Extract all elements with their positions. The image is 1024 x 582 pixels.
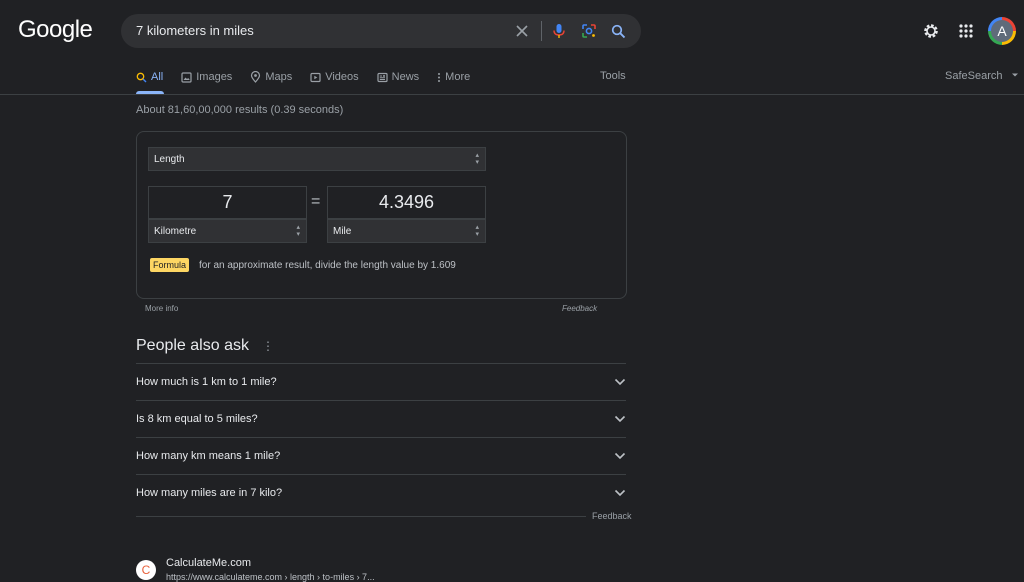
chevron-down-icon <box>614 415 626 423</box>
chevron-down-icon <box>614 452 626 460</box>
caret-down-icon <box>1011 73 1018 77</box>
people-also-ask-list: How much is 1 km to 1 mile? Is 8 km equa… <box>136 363 626 511</box>
avatar-letter: A <box>991 20 1013 42</box>
google-logo[interactable]: Google <box>18 16 93 44</box>
lens-icon[interactable] <box>580 22 598 40</box>
paa-question[interactable]: How much is 1 km to 1 mile? <box>136 363 626 400</box>
from-unit-value: Kilometre <box>154 225 197 237</box>
safesearch-label: SafeSearch <box>945 70 1003 82</box>
apps-grid-icon[interactable] <box>956 21 976 41</box>
select-arrows-icon: ▴ ▾ <box>296 224 300 238</box>
tab-maps[interactable]: Maps <box>250 69 292 85</box>
paa-feedback-link[interactable]: Feedback <box>586 511 632 521</box>
result-url[interactable]: https://www.calculateme.com › length › t… <box>166 572 375 582</box>
search-icon <box>136 72 147 82</box>
header-divider <box>0 94 1024 95</box>
tools-button[interactable]: Tools <box>600 70 626 82</box>
category-select[interactable]: Length ▴ ▾ <box>148 147 486 171</box>
tab-label: Images <box>196 71 233 83</box>
tab-news[interactable]: News <box>377 69 420 85</box>
converter-feedback-link[interactable]: Feedback <box>562 304 597 313</box>
tab-videos[interactable]: Videos <box>310 69 359 85</box>
chevron-down-icon <box>614 489 626 497</box>
chevron-down-icon <box>614 378 626 386</box>
tab-images[interactable]: Images <box>181 69 232 85</box>
paa-question-text: How many miles are in 7 kilo? <box>136 487 283 499</box>
tab-label: More <box>445 71 471 83</box>
from-value-input[interactable]: 7 <box>148 186 307 219</box>
search-tabs: All Images Maps Videos News More <box>136 69 488 85</box>
news-icon <box>377 72 388 82</box>
search-icon[interactable] <box>609 22 627 40</box>
search-input[interactable]: 7 kilometers in miles <box>136 23 254 38</box>
safesearch-button[interactable]: SafeSearch <box>945 70 1019 82</box>
more-vert-icon <box>438 72 441 82</box>
more-info-link[interactable]: More info <box>145 304 178 313</box>
paa-question[interactable]: How many miles are in 7 kilo? <box>136 474 626 511</box>
select-arrows-icon: ▴ ▾ <box>475 152 479 166</box>
site-favicon: C <box>136 560 156 580</box>
equals-sign: = <box>311 193 321 210</box>
to-value-input[interactable]: 4.3496 <box>327 186 486 219</box>
formula-text: for an approximate result, divide the le… <box>199 260 456 271</box>
tab-more[interactable]: More <box>437 69 470 85</box>
to-unit-select[interactable]: Mile ▴ ▾ <box>327 219 486 243</box>
paa-question-text: Is 8 km equal to 5 miles? <box>136 413 258 425</box>
tab-label: News <box>391 71 420 83</box>
results-count: About 81,60,00,000 results (0.39 seconds… <box>136 104 344 116</box>
search-bar[interactable]: 7 kilometers in miles <box>121 14 641 48</box>
select-arrows-icon: ▴ ▾ <box>475 224 479 238</box>
tab-all[interactable]: All <box>136 69 163 85</box>
paa-question[interactable]: How many km means 1 mile? <box>136 437 626 474</box>
clear-icon[interactable] <box>513 22 531 40</box>
category-select-value: Length <box>154 153 185 165</box>
formula-badge: Formula <box>150 258 190 272</box>
paa-bottom-divider <box>136 516 626 517</box>
tab-label: All <box>151 71 164 83</box>
account-avatar[interactable]: A <box>988 17 1016 45</box>
paa-question-text: How many km means 1 mile? <box>136 450 281 462</box>
search-divider <box>541 21 542 41</box>
paa-more-options-icon[interactable]: ⋮ <box>262 339 274 353</box>
image-icon <box>181 71 192 83</box>
to-unit-value: Mile <box>333 225 352 237</box>
people-also-ask-heading: People also ask <box>136 337 249 354</box>
microphone-icon[interactable] <box>550 22 568 40</box>
from-unit-select[interactable]: Kilometre ▴ ▾ <box>148 219 307 243</box>
settings-gear-icon[interactable] <box>921 21 941 41</box>
video-icon <box>310 72 321 82</box>
paa-question[interactable]: Is 8 km equal to 5 miles? <box>136 400 626 437</box>
tab-label: Videos <box>325 71 359 83</box>
paa-question-text: How much is 1 km to 1 mile? <box>136 376 277 388</box>
tab-label: Maps <box>265 71 293 83</box>
result-site-name[interactable]: CalculateMe.com <box>166 557 251 569</box>
map-pin-icon <box>251 71 261 83</box>
